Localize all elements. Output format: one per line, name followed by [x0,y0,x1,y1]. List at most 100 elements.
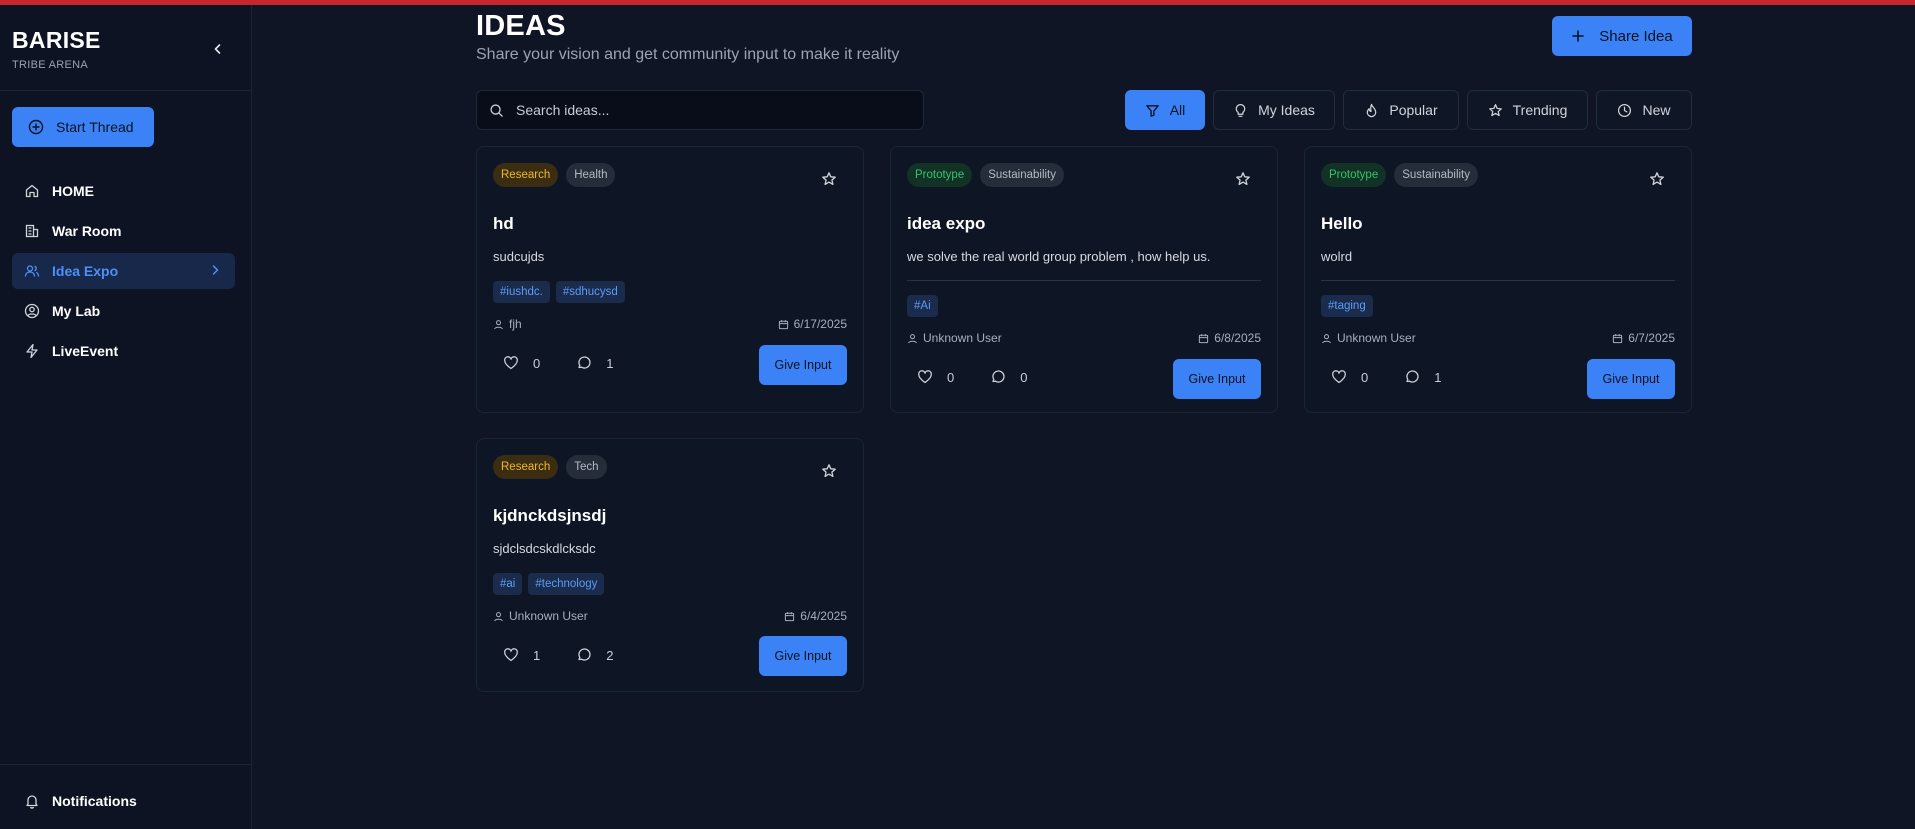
sidebar-item-label: My Lab [52,303,101,319]
sidebar-item-liveevent[interactable]: LiveEvent [12,333,235,369]
notifications-label: Notifications [52,793,137,809]
heart-icon [504,648,518,662]
like-button[interactable]: 1 [503,647,540,663]
like-count: 0 [1361,369,1369,385]
idea-date: 6/7/2025 [1612,331,1675,345]
chevron-left-icon [214,44,221,54]
like-count: 0 [947,369,955,385]
user-icon [494,319,503,329]
filter-new[interactable]: New [1596,90,1692,130]
favorite-button[interactable] [1649,171,1665,192]
idea-title: hd [493,214,514,233]
idea-actions: 0 1 [503,355,613,371]
idea-meta: Unknown User 6/4/2025 [493,609,847,623]
give-input-button[interactable]: Give Input [1587,359,1675,399]
star-icon [822,464,836,478]
idea-card[interactable]: Prototype Sustainability idea expo we so… [890,146,1278,413]
card-badges: Research Tech [493,455,607,479]
idea-author: Unknown User [493,609,588,623]
hashtag[interactable]: #iushdc. [493,281,550,303]
like-button[interactable]: 0 [917,369,954,385]
search-input[interactable] [516,102,916,118]
star-icon [1650,172,1664,186]
author-name: Unknown User [923,331,1002,345]
heart-icon [918,370,932,384]
filter-icon [1145,104,1159,117]
filter-trending[interactable]: Trending [1467,90,1588,130]
idea-actions: 0 1 [1331,369,1441,385]
comment-button[interactable]: 1 [576,355,613,371]
filter-label: My Ideas [1258,102,1315,118]
filter-all[interactable]: All [1125,90,1205,130]
sidebar-item-idea-expo[interactable]: Idea Expo [12,253,235,289]
share-idea-button[interactable]: Share Idea [1552,16,1692,56]
user-circle-icon [24,303,40,319]
idea-description: sjdclsdcskdlcksdc [493,541,596,556]
hashtag[interactable]: #taging [1321,295,1373,317]
hashtag-list: #Ai [907,295,938,317]
sidebar-item-label: Idea Expo [52,263,119,279]
star-icon [1488,103,1502,116]
idea-author: Unknown User [1321,331,1416,345]
hashtag[interactable]: #Ai [907,295,938,317]
filter-popular[interactable]: Popular [1343,90,1459,130]
like-count: 1 [533,647,541,663]
hashtag-list: #ai #technology [493,573,605,595]
sidebar-item-war-room[interactable]: War Room [12,213,235,249]
comment-icon [992,370,1005,383]
category-badge: Health [566,163,616,187]
lightbulb-icon [1235,103,1246,117]
hashtag[interactable]: #technology [528,573,605,595]
idea-description: sudcujds [493,249,545,264]
favorite-button[interactable] [821,171,837,192]
comment-button[interactable]: 1 [1404,369,1441,385]
calendar-icon [778,319,788,329]
stage-badge: Research [493,455,559,479]
user-icon [908,333,917,343]
idea-card[interactable]: Prototype Sustainability Hello wolrd #ta… [1304,146,1692,413]
give-input-button[interactable]: Give Input [759,636,847,676]
filter-label: All [1169,102,1186,118]
give-input-button[interactable]: Give Input [759,345,847,385]
notifications-button[interactable]: Notifications [12,783,235,819]
sidebar-item-label: War Room [52,223,122,239]
lightning-icon [26,343,38,359]
category-badge: Tech [566,455,607,479]
hashtag[interactable]: #ai [493,573,523,595]
idea-author: fjh [493,317,522,331]
comment-count: 1 [1434,369,1442,385]
favorite-button[interactable] [821,463,837,484]
sidebar-nav: HOME War Room Idea Expo My Lab LiveEvent [12,173,235,373]
star-icon [1236,172,1250,186]
idea-actions: 1 2 [503,647,613,663]
favorite-button[interactable] [1235,171,1251,192]
comment-button[interactable]: 2 [576,647,613,663]
clock-icon [1618,103,1632,117]
page-subtitle: Share your vision and get community inpu… [476,46,900,63]
user-icon [494,611,503,621]
idea-meta: Unknown User 6/7/2025 [1321,331,1675,345]
sidebar-divider [0,764,251,765]
sidebar-item-my-lab[interactable]: My Lab [12,293,235,329]
collapse-sidebar-button[interactable] [206,37,230,61]
calendar-icon [785,611,795,621]
filter-my-ideas[interactable]: My Ideas [1213,90,1335,130]
hashtag[interactable]: #sdhucysd [555,281,625,303]
idea-card[interactable]: Research Health hd sudcujds #iushdc. #sd… [476,146,864,413]
comment-icon [578,648,591,661]
like-button[interactable]: 0 [1331,369,1368,385]
share-idea-label: Share Idea [1599,27,1673,45]
sidebar-item-home[interactable]: HOME [12,173,235,209]
star-icon [822,172,836,186]
author-name: Unknown User [509,609,588,623]
date-text: 6/7/2025 [1628,331,1675,345]
comment-button[interactable]: 0 [990,369,1027,385]
comment-count: 0 [1020,369,1028,385]
give-input-button[interactable]: Give Input [1173,359,1261,399]
idea-title: Hello [1321,214,1363,233]
top-accent-bar [0,0,1915,5]
brand: BARISE TRIBE ARENA [12,27,101,71]
like-button[interactable]: 0 [503,355,540,371]
start-thread-button[interactable]: Start Thread [12,107,154,147]
idea-card[interactable]: Research Tech kjdnckdsjnsdj sjdclsdcskdl… [476,438,864,692]
